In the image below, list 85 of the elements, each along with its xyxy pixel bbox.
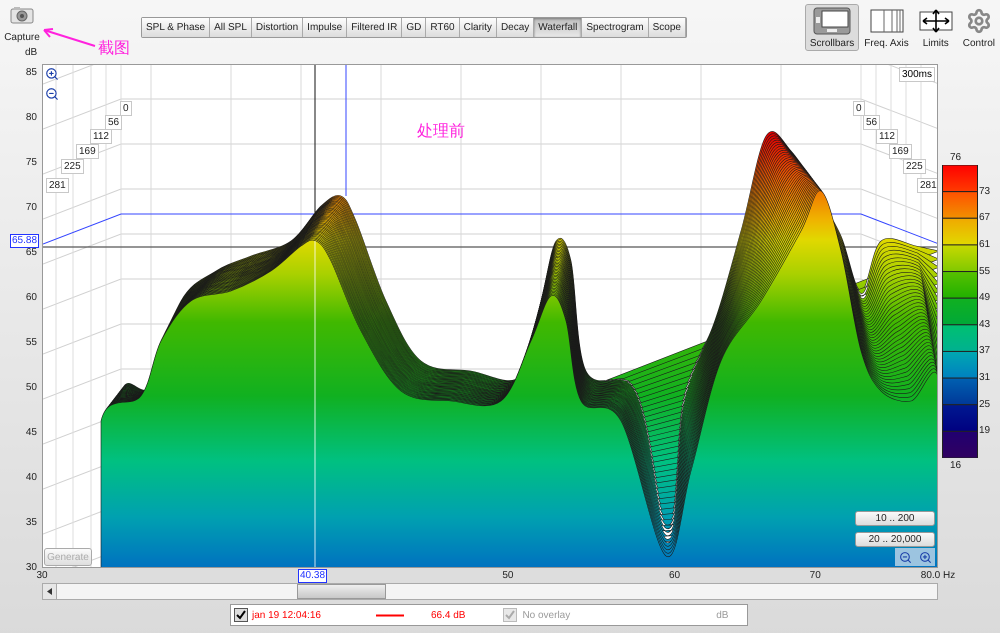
depth-axis-label: 0 — [853, 101, 865, 116]
zoom-out-icon[interactable] — [45, 87, 59, 101]
trace-line-swatch — [376, 614, 404, 616]
depth-axis-label: 225 — [61, 159, 84, 174]
view-toolbar-button[interactable]: Freq. Axis — [859, 4, 914, 51]
depth-axis-label: 225 — [903, 159, 926, 174]
color-scale-tick-label: 67 — [979, 212, 990, 224]
annotation-label: 处理前 — [417, 121, 465, 141]
measurement-value: 66.4 dB — [430, 608, 466, 622]
color-scale-max-label: 76 — [950, 152, 962, 164]
measurement-checkbox[interactable] — [234, 608, 248, 622]
horizontal-scrollbar[interactable] — [42, 583, 938, 600]
cursor-value-label: 65.88 — [10, 234, 40, 248]
cursor-value-label: 40.38 — [298, 569, 328, 583]
color-scale-tick-label: 31 — [979, 372, 990, 384]
x-axis-tick-label: 60 — [669, 570, 680, 582]
camera-icon — [10, 6, 34, 24]
y-axis-tick-label: 65 — [26, 247, 37, 259]
view-tab[interactable]: Waterfall — [534, 18, 582, 37]
depth-axis-label: 0 — [120, 101, 132, 116]
y-axis-tick-label: 45 — [26, 427, 37, 439]
zoom-in-icon[interactable] — [45, 67, 59, 81]
zoom-in-icon[interactable] — [918, 550, 932, 564]
depth-axis-label: 112 — [90, 129, 112, 144]
depth-axis-label: 112 — [876, 129, 898, 144]
view-tab[interactable]: Decay — [496, 18, 534, 37]
color-scale-tick-label: 19 — [979, 425, 990, 438]
depth-axis-label: 169 — [889, 144, 912, 159]
view-tab[interactable]: Distortion — [252, 18, 304, 37]
view-tab[interactable]: Scope — [648, 18, 686, 37]
zoom-out-icon[interactable] — [898, 550, 912, 564]
view-toolbar-button[interactable]: Control — [958, 4, 1000, 51]
view-tab[interactable]: Spectrogram — [582, 18, 649, 37]
view-tab[interactable]: GD — [402, 18, 426, 37]
y-axis-tick-label: 40 — [26, 472, 37, 484]
scrollbars-icon — [813, 6, 852, 34]
scroll-left-button[interactable] — [43, 584, 57, 599]
settings-icon — [966, 8, 992, 34]
frequency-grid-icon — [870, 8, 904, 32]
color-scale-tick-label: 61 — [979, 238, 990, 251]
y-axis-tick-label: 50 — [26, 382, 37, 394]
view-tab[interactable]: Filtered IR — [347, 18, 402, 37]
capture-button[interactable]: Capture — [4, 6, 40, 45]
range-button[interactable]: 20 .. 20,000 — [855, 532, 935, 547]
y-axis-tick-label: 35 — [26, 517, 37, 529]
view-tab[interactable]: SPL & Phase — [142, 18, 210, 37]
overlay-label: No overlay — [522, 608, 570, 622]
depth-axis-label: 56 — [863, 115, 880, 130]
y-axis-tick-label: 80 — [26, 112, 37, 124]
view-toolbar-button[interactable]: Scrollbars — [804, 4, 860, 51]
color-scale-tick-label: 73 — [979, 186, 990, 198]
x-axis-tick-label: 80.0 Hz — [920, 570, 956, 582]
annotation-label: 截图 — [98, 38, 130, 58]
view-toolbar-button[interactable]: Limits — [914, 4, 958, 51]
scrollbar-thumb[interactable] — [297, 584, 386, 599]
depth-axis-label: 56 — [105, 115, 122, 130]
y-axis-tick-label: 30 — [26, 562, 37, 574]
view-tab[interactable]: Clarity — [460, 18, 497, 37]
color-scale-tick-label: 43 — [979, 318, 990, 331]
view-tab[interactable]: RT60 — [426, 18, 460, 37]
color-scale-tick-label: 55 — [979, 266, 990, 278]
axis-unit-label: dB — [25, 47, 38, 59]
depth-axis-label: 169 — [76, 144, 99, 159]
overlay-unit: dB — [716, 608, 728, 622]
x-axis-tick-label: 50 — [502, 570, 514, 582]
color-scale-min-label: 16 — [950, 460, 962, 472]
time-span-label: 300ms — [898, 67, 935, 82]
left-arrow-icon — [47, 588, 52, 595]
measurement-name: jan 19 12:04:16 — [252, 608, 321, 622]
x-axis-tick-label: 70 — [810, 570, 821, 582]
y-axis-tick-label: 85 — [26, 67, 37, 79]
depth-axis-label: 281 — [46, 178, 69, 193]
view-tab[interactable]: All SPL — [210, 18, 252, 37]
four-way-arrows-icon — [918, 8, 953, 32]
y-axis-tick-label: 75 — [26, 157, 37, 169]
range-button[interactable]: 10 .. 200 — [855, 511, 935, 526]
color-scale-tick-label: 37 — [979, 345, 990, 358]
color-scale-tick-label: 25 — [979, 398, 990, 411]
depth-axis-label: 281 — [917, 178, 937, 193]
y-axis-tick-label: 55 — [26, 337, 37, 349]
view-tab[interactable]: Impulse — [303, 18, 348, 37]
x-axis-tick-label: 30 — [36, 570, 48, 582]
color-scale-tick-label: 49 — [979, 292, 990, 304]
y-axis-tick-label: 70 — [26, 202, 37, 214]
y-axis-tick-label: 60 — [26, 292, 37, 304]
